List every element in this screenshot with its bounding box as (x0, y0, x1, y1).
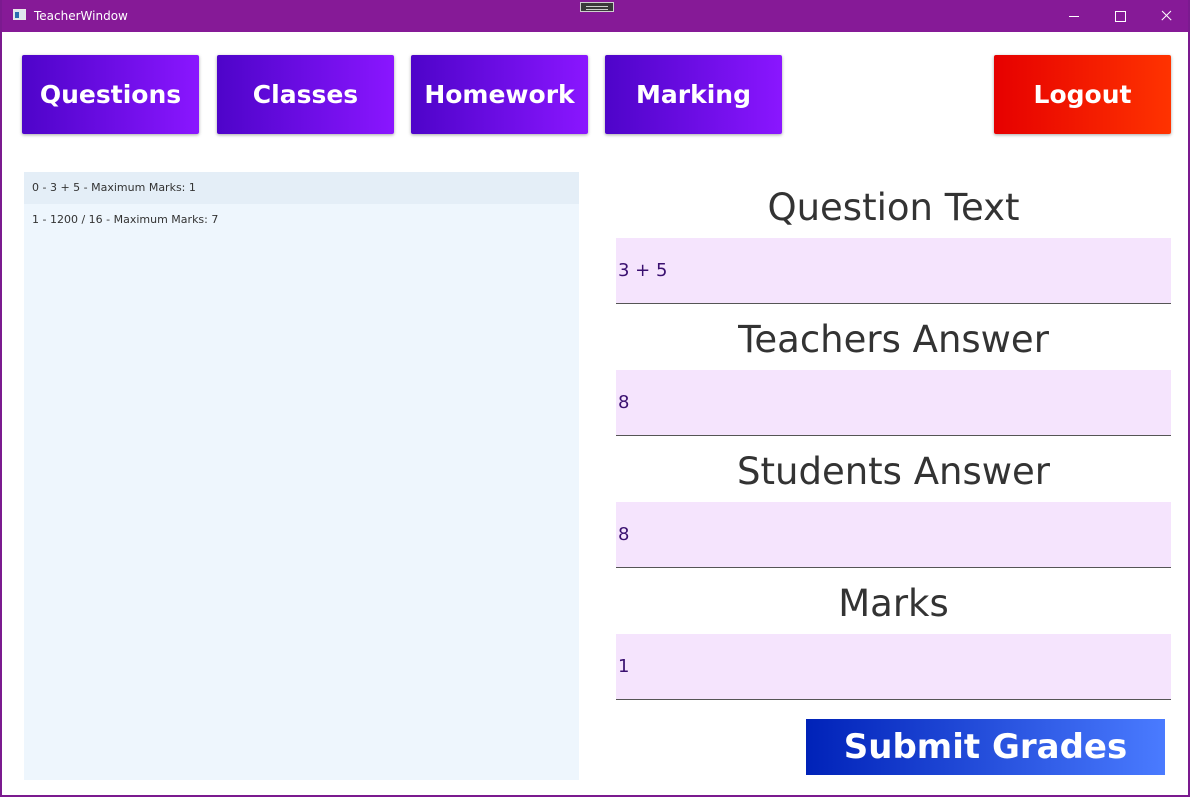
marking-button[interactable]: Marking (605, 55, 782, 134)
questions-button[interactable]: Questions (22, 55, 199, 134)
minimize-button[interactable] (1051, 0, 1097, 32)
homework-button[interactable]: Homework (411, 55, 588, 134)
students-answer-field[interactable]: 8 (616, 502, 1171, 568)
list-item[interactable]: 0 - 3 + 5 - Maximum Marks: 1 (24, 172, 579, 204)
question-text-field[interactable]: 3 + 5 (616, 238, 1171, 304)
teacher-window: TeacherWindow Questions Classes Homework… (0, 0, 1190, 797)
window-title: TeacherWindow (34, 9, 128, 23)
maximize-button[interactable] (1097, 0, 1143, 32)
teachers-answer-heading: Teachers Answer (738, 318, 1049, 361)
question-list[interactable]: 0 - 3 + 5 - Maximum Marks: 1 1 - 1200 / … (24, 172, 579, 780)
title-bar[interactable]: TeacherWindow (2, 0, 1188, 32)
marks-heading: Marks (838, 582, 949, 625)
app-icon (13, 9, 26, 20)
students-answer-heading: Students Answer (737, 450, 1050, 493)
submit-grades-button[interactable]: Submit Grades (806, 719, 1165, 775)
logout-button[interactable]: Logout (994, 55, 1171, 134)
teachers-answer-field[interactable]: 8 (616, 370, 1171, 436)
marks-field[interactable]: 1 (616, 634, 1171, 700)
list-item[interactable]: 1 - 1200 / 16 - Maximum Marks: 7 (24, 204, 579, 236)
question-text-heading: Question Text (767, 186, 1020, 229)
close-button[interactable] (1143, 0, 1189, 32)
drag-handle-icon[interactable] (580, 2, 614, 12)
classes-button[interactable]: Classes (217, 55, 394, 134)
